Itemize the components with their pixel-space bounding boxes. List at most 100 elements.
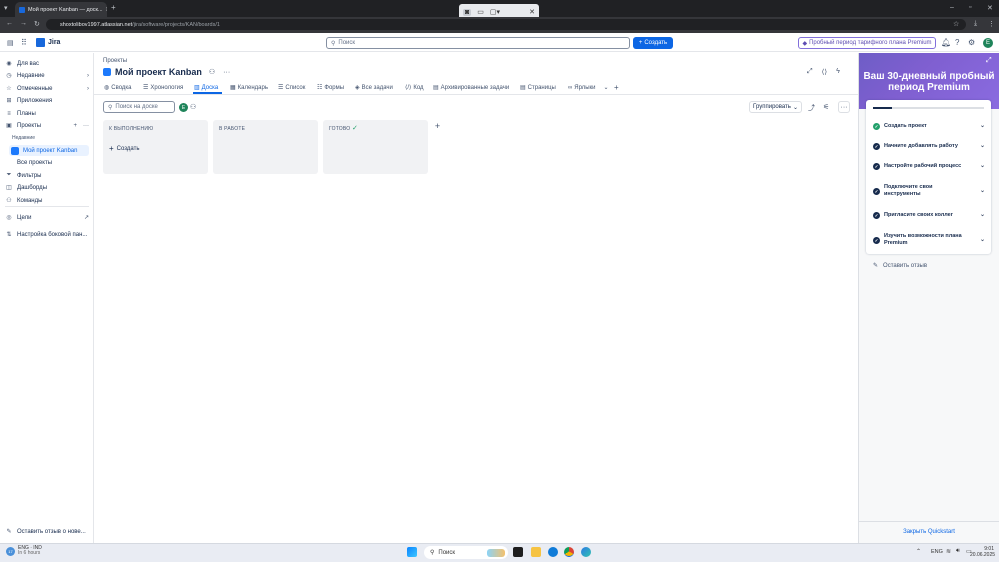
bookmark-star-icon[interactable]: ☆: [953, 20, 959, 28]
quickstart-title: Ваш 30-дневный пробный период Premium: [863, 71, 995, 93]
quickstart-feedback-link[interactable]: ✎ Оставить отзыв: [873, 262, 927, 270]
quickstart-task[interactable]: ✓ Пригласите своих коллег ⌄: [873, 212, 985, 219]
wifi-icon[interactable]: ≋: [946, 548, 951, 555]
fullscreen-icon[interactable]: ⤢: [807, 68, 813, 76]
sidebar-item-active-project[interactable]: Мой проект Kanban: [11, 145, 89, 156]
team-icon[interactable]: ⚇: [209, 68, 215, 76]
app-icon[interactable]: [581, 547, 591, 557]
tab-timeline[interactable]: ☰ Хронология: [143, 83, 183, 92]
more-actions-icon[interactable]: ···: [223, 69, 230, 76]
tab-shortcuts[interactable]: ∞ Ярлыки ⌄: [568, 83, 609, 92]
maximize-icon[interactable]: ▫: [969, 4, 971, 11]
volume-icon[interactable]: 🔊︎: [956, 548, 960, 555]
taskbar-search[interactable]: ⚲ Поиск: [424, 546, 508, 559]
tab-pages[interactable]: ▤ Страницы: [520, 83, 556, 92]
quickstart-task[interactable]: ✓ Подключите свои инструменты ⌄: [873, 184, 985, 198]
chevron-down-icon: ⌄: [603, 85, 609, 91]
quickstart-task[interactable]: ✓ Начните добавлять работу ⌄: [873, 143, 985, 150]
quickstart-task[interactable]: ✓ Настройте рабочий процесс ⌄: [873, 163, 985, 170]
customize-icon: ⇅: [6, 232, 12, 238]
window-capture-icon[interactable]: ▢▾: [490, 8, 500, 16]
view-settings-icon[interactable]: ⚟: [823, 103, 829, 111]
clock[interactable]: 9:01 20.06.2025: [970, 546, 995, 558]
file-explorer-icon[interactable]: [531, 547, 541, 557]
forward-icon[interactable]: →: [20, 20, 27, 27]
sidebar-toggle-icon[interactable]: ▤: [7, 39, 14, 47]
add-project-icon[interactable]: +: [73, 123, 77, 129]
add-column-button[interactable]: +: [432, 120, 443, 131]
insights-icon[interactable]: ⤴: [808, 103, 815, 113]
user-avatar[interactable]: Е: [983, 38, 993, 48]
premium-trial-button[interactable]: ◆ Пробный период тарифного плана Premium: [798, 37, 936, 49]
close-window-icon[interactable]: ✕: [987, 4, 993, 12]
assignee-avatar[interactable]: Е: [179, 103, 188, 112]
chrome-browser-icon[interactable]: [564, 547, 574, 557]
close-capture-icon[interactable]: ✕: [529, 8, 535, 16]
group-by-button[interactable]: Группировать ⌄: [749, 101, 802, 113]
sidebar-item-recent[interactable]: ◷ Недавние ›: [5, 70, 89, 81]
sidebar-item-customize[interactable]: ⇅ Настройка боковой пан...: [5, 229, 89, 240]
menu-icon[interactable]: ⋮: [988, 20, 995, 28]
back-icon[interactable]: ←: [6, 20, 13, 27]
more-options-icon[interactable]: ···: [838, 101, 850, 113]
browser-tab[interactable]: Мой проект Kanban — доск... ✕: [15, 2, 107, 17]
sidebar-feedback-link[interactable]: ✎ Оставить отзыв о нове...: [5, 526, 89, 537]
share-icon[interactable]: ⟨⟩: [822, 68, 827, 76]
sidebar-item-plans[interactable]: ≡ Планы: [5, 108, 89, 119]
quickstart-task[interactable]: ✓ Изучить возможности плана Premium ⌄: [873, 233, 985, 247]
language-indicator[interactable]: ENG: [931, 549, 943, 555]
tray-chevron-icon[interactable]: ⌃: [916, 548, 921, 555]
archive-icon: ▤: [433, 85, 439, 91]
sidebar-item-filters[interactable]: ⏷ Фильтры: [5, 170, 89, 181]
expand-icon[interactable]: ⤢: [986, 57, 992, 65]
tab-calendar[interactable]: ▦ Календарь: [230, 83, 268, 92]
app-switcher-icon[interactable]: ⠿: [21, 38, 27, 47]
sidebar-item-dashboards[interactable]: ◫ Дашборды: [5, 182, 89, 193]
tab-code[interactable]: ⟨/⟩ Код: [405, 83, 424, 92]
tab-summary[interactable]: ◍ Сводка: [104, 83, 132, 92]
automation-icon[interactable]: ϟ: [836, 68, 840, 76]
jira-logo[interactable]: Jira: [36, 38, 60, 47]
more-icon[interactable]: ···: [83, 123, 89, 129]
create-button[interactable]: + Создать: [633, 37, 673, 49]
help-icon[interactable]: ?: [955, 38, 959, 47]
edge-browser-icon[interactable]: [548, 547, 558, 557]
windows-start-icon[interactable]: [407, 547, 417, 557]
task-view-icon[interactable]: [513, 547, 523, 557]
tab-board[interactable]: ▥ Доска: [194, 83, 218, 92]
quickstart-task[interactable]: ✓ Создать проект ⌄: [873, 123, 985, 130]
chevron-down-icon: ⌄: [979, 123, 985, 129]
global-search-input[interactable]: ⚲ Поиск: [326, 37, 630, 49]
tab-archived[interactable]: ▤ Архивированные задачи: [433, 83, 509, 92]
tab-all-issues[interactable]: ◈ Все задачи: [355, 83, 393, 92]
weather-widget[interactable]: 17 ENG · IND In 6 hours: [6, 546, 42, 556]
new-tab-icon[interactable]: +: [111, 3, 116, 12]
tab-forms[interactable]: ☷ Формы: [317, 83, 344, 92]
tab-list[interactable]: ☰ Список: [278, 83, 305, 92]
sidebar-item-goals[interactable]: ◎ Цели ↗: [5, 212, 89, 223]
sidebar-item-teams[interactable]: ⚇ Команды: [5, 195, 89, 206]
minimize-icon[interactable]: –: [950, 4, 954, 11]
sidebar-item-all-projects[interactable]: Все проекты: [17, 157, 101, 168]
add-tab-button[interactable]: +: [614, 83, 619, 92]
add-people-icon[interactable]: ⚇: [190, 103, 196, 111]
download-icon[interactable]: ⤓: [974, 20, 977, 28]
board-search-input[interactable]: ⚲ Поиск на доске: [103, 101, 175, 113]
reload-icon[interactable]: ↻: [34, 20, 40, 28]
notifications-bell-icon[interactable]: 🔔︎: [941, 38, 951, 47]
sidebar-item-projects[interactable]: ▣ Проекты + ···: [5, 120, 89, 131]
create-issue-button[interactable]: + Создать: [109, 144, 139, 153]
tab-list-icon[interactable]: ▾: [4, 4, 8, 12]
camera-icon[interactable]: ◙: [463, 8, 472, 16]
sidebar-item-label: Все проекты: [17, 159, 53, 166]
sidebar-item-starred[interactable]: ☆ Отмеченные ›: [5, 83, 89, 94]
sidebar-item-for-you[interactable]: ◉ Для вас: [5, 58, 89, 69]
close-tab-icon[interactable]: ✕: [106, 7, 108, 13]
close-quickstart-button[interactable]: Закрыть Quickstart: [859, 529, 999, 535]
settings-gear-icon[interactable]: ⚙: [968, 38, 975, 47]
quickstart-progress-fill: [873, 107, 892, 109]
sidebar-item-apps[interactable]: ⊞ Приложения: [5, 95, 89, 106]
breadcrumb[interactable]: Проекты: [103, 58, 127, 64]
video-icon[interactable]: ▭: [477, 8, 484, 16]
url-field[interactable]: shoxtolibov1997.atlassian.net /jira/soft…: [46, 19, 966, 30]
